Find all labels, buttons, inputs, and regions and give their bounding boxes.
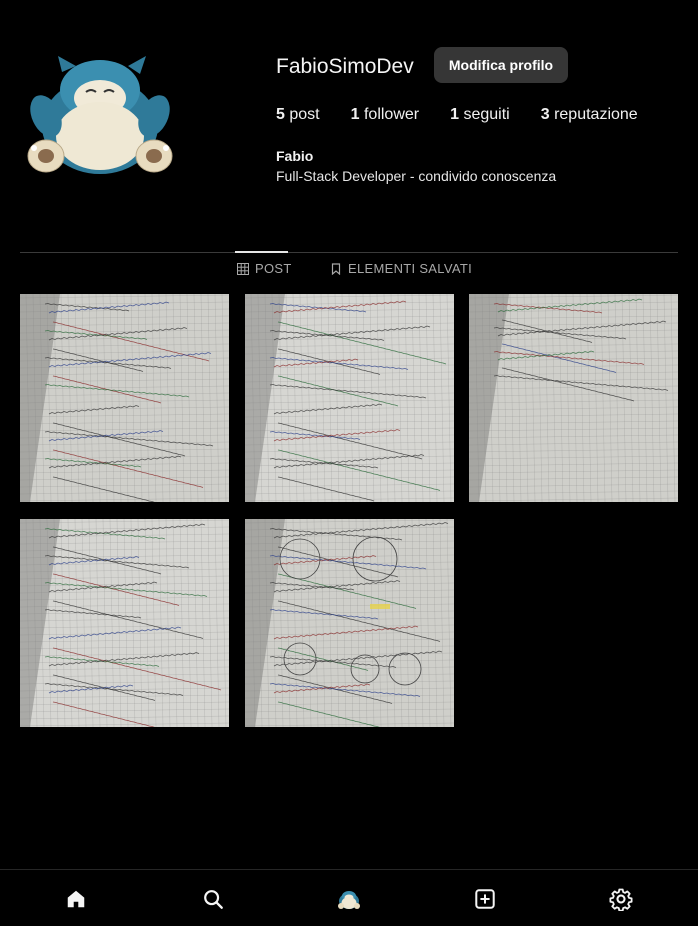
tab-posts-label: POST [255, 261, 292, 276]
stat-following-label: seguiti [463, 106, 510, 123]
notebook-photo-image [20, 519, 229, 727]
stat-following-count: 1 [450, 106, 460, 123]
stat-followers[interactable]: 1 follower [351, 106, 420, 124]
notebook-photo-image [245, 294, 454, 502]
profile-header: FabioSimoDev Modifica profilo 5 post 1 f… [0, 0, 698, 240]
nav-create-post[interactable] [472, 886, 498, 912]
stat-reputation-label: reputazione [554, 106, 638, 123]
bottom-navigation [0, 869, 698, 926]
grid-icon [237, 262, 249, 275]
settings-icon [609, 888, 633, 911]
stat-followers-label: follower [363, 106, 420, 123]
tab-saved[interactable]: ELEMENTI SALVATI [330, 261, 472, 276]
nav-profile[interactable] [336, 886, 362, 912]
edit-profile-button[interactable]: Modifica profilo [434, 47, 568, 83]
tab-saved-label: ELEMENTI SALVATI [348, 261, 472, 276]
profile-bio: Full-Stack Developer - condivido conosce… [276, 168, 557, 184]
stat-reputation: 3 reputazione [541, 106, 638, 124]
stat-reputation-count: 3 [540, 106, 550, 123]
nav-search[interactable] [200, 886, 226, 912]
profile-full-name: Fabio [276, 148, 314, 164]
bookmark-icon [331, 262, 341, 275]
snorlax-avatar-icon[interactable] [24, 52, 176, 180]
profile-username: FabioSimoDev [276, 55, 414, 78]
post-thumbnail[interactable] [245, 294, 454, 502]
stat-following[interactable]: 1 seguiti [450, 106, 510, 124]
tab-posts[interactable]: POST [237, 261, 292, 276]
tabs-divider [20, 252, 678, 253]
search-icon [204, 890, 223, 909]
post-thumbnail[interactable] [20, 519, 229, 727]
notebook-photo-image [245, 519, 454, 727]
notebook-photo-image [20, 294, 229, 502]
stat-posts-count: 5 [276, 106, 285, 123]
post-thumbnail[interactable] [469, 294, 678, 502]
nav-home[interactable] [63, 886, 89, 912]
home-icon [67, 890, 85, 908]
notebook-photo-image [469, 294, 678, 502]
stat-posts-label: post [289, 106, 320, 123]
profile-avatar-icon [338, 891, 360, 909]
post-thumbnail[interactable] [20, 294, 229, 502]
add-post-icon [475, 889, 495, 909]
stat-followers-count: 1 [350, 106, 360, 123]
post-thumbnail[interactable] [245, 519, 454, 727]
profile-stats: 5 post 1 follower 1 seguiti 3 reputazion… [276, 106, 669, 124]
stat-posts: 5 post [276, 106, 320, 124]
nav-settings[interactable] [608, 886, 634, 912]
active-tab-indicator [235, 251, 288, 253]
